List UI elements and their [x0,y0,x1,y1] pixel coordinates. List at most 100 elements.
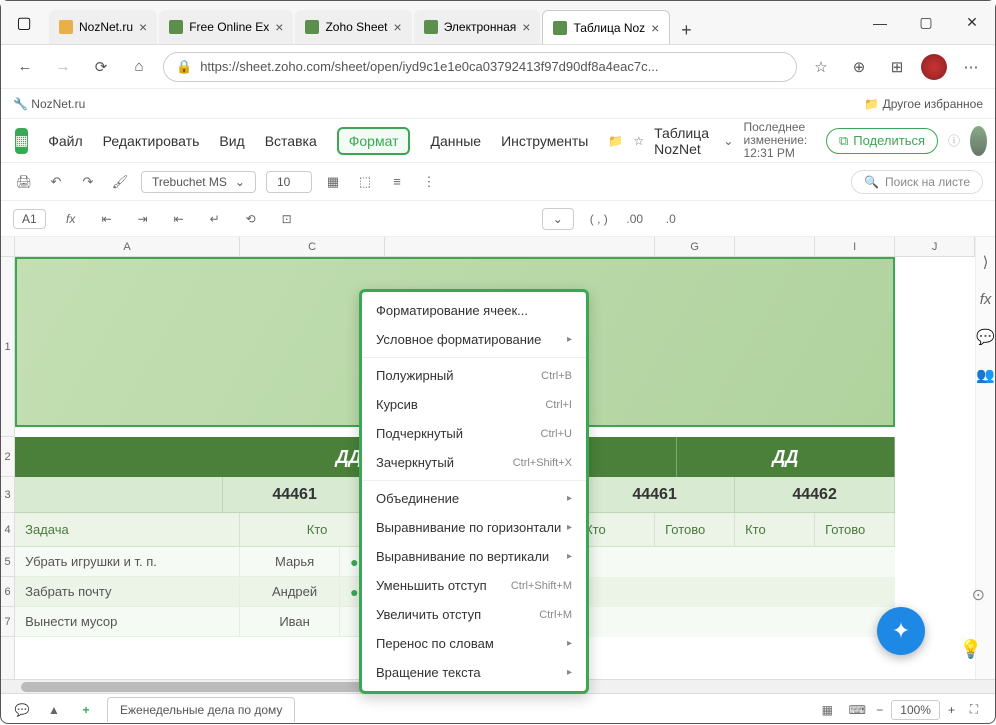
chat-icon[interactable]: 💬 [11,699,33,721]
menu-data[interactable]: Данные [430,133,481,149]
indent-inc-icon[interactable]: ⇤ [168,208,190,230]
dec-dec-icon[interactable]: .0 [660,208,682,230]
indent-dec-icon[interactable]: ⇥ [132,208,154,230]
record-icon[interactable]: ⊙ [972,585,985,605]
menu-item[interactable]: Форматирование ячеек... [362,296,586,325]
address-bar: ← → ⟳ ⌂ 🔒https://sheet.zoho.com/sheet/op… [1,45,995,89]
border-icon[interactable]: ▦ [322,171,344,193]
menu-item[interactable]: Перенос по словам▸ [362,629,586,658]
menu-format[interactable]: Формат [337,127,411,155]
back-button[interactable]: ← [11,53,39,81]
undo-icon[interactable]: ↶ [45,171,67,193]
browser-tab-active[interactable]: Таблица Noz× [542,10,670,44]
browser-tab[interactable]: Zoho Sheet× [295,10,411,44]
wrap-icon[interactable]: ↵ [204,208,226,230]
close-icon[interactable]: × [394,19,402,35]
url-input[interactable]: 🔒https://sheet.zoho.com/sheet/open/iyd9c… [163,52,797,82]
menu-item[interactable]: ЗачеркнутыйCtrl+Shift+X [362,448,586,477]
rotate-icon[interactable]: ⟲ [240,208,262,230]
menu-button[interactable]: ⋯ [957,53,985,81]
keyboard-icon[interactable]: ⌨ [846,699,868,721]
paint-icon[interactable]: 🖌 [109,171,131,193]
info-icon[interactable]: ⓘ [948,132,960,149]
fullscreen-icon[interactable]: ⛶ [963,699,985,721]
fx-icon[interactable]: fx [980,291,992,308]
user-avatar[interactable] [970,126,987,156]
sheet-tab[interactable]: Еженедельные дела по дому [107,697,295,722]
close-icon[interactable]: × [651,20,659,36]
menu-view[interactable]: Вид [219,133,244,149]
zoom-value[interactable]: 100% [891,700,940,720]
menu-item[interactable]: Выравнивание по вертикали▸ [362,542,586,571]
chevron-down-icon[interactable]: ⌄ [723,134,733,148]
profile-avatar[interactable] [921,54,947,80]
comment-icon[interactable]: 💬 [976,328,995,346]
menu-item[interactable]: Уменьшить отступCtrl+Shift+M [362,571,586,600]
people-icon[interactable]: 👥 [976,366,995,384]
help-fab[interactable]: ✦ [877,607,925,655]
toolbar-secondary: A1 fx ⇤ ⇥ ⇤ ↵ ⟲ ⊡ ⌄ ( , ) .00 .0 [1,201,995,237]
menu-item[interactable]: Условное форматирование▸ [362,325,586,354]
add-sheet-plus[interactable]: + [75,699,97,721]
redo-icon[interactable]: ↷ [77,171,99,193]
menu-file[interactable]: Файл [48,133,82,149]
grid-icon[interactable]: ▦ [816,699,838,721]
extensions-button[interactable]: ⊞ [883,53,911,81]
expand-icon[interactable]: ⟩ [983,253,989,271]
star-icon[interactable]: ☆ [633,134,644,148]
app-logo[interactable]: ▦ [15,128,28,154]
idea-icon[interactable]: 💡 [957,635,985,663]
align-icon[interactable]: ≡ [386,171,408,193]
tabs-menu-icon[interactable]: ▢ [7,6,41,40]
print-icon[interactable]: 🖨 [13,171,35,193]
more-icon[interactable]: ⋮ [418,171,440,193]
menu-edit[interactable]: Редактировать [103,133,200,149]
reload-button[interactable]: ⟳ [87,53,115,81]
new-tab-button[interactable]: + [672,16,700,44]
font-select[interactable]: Trebuchet MS⌄ [141,171,256,193]
column-headers[interactable]: A C G I J [15,237,975,257]
menu-insert[interactable]: Вставка [265,133,317,149]
dec-inc-icon[interactable]: .00 [624,208,646,230]
minimize-button[interactable]: — [857,1,903,44]
merge-icon[interactable]: ⬚ [354,171,376,193]
align-left-icon[interactable]: ⇤ [96,208,118,230]
maximize-button[interactable]: ▢ [903,1,949,44]
menu-tools[interactable]: Инструменты [501,133,588,149]
share-button[interactable]: ⧉Поделиться [826,128,938,154]
fx-icon[interactable]: fx [60,208,82,230]
folder-icon: 📁 [864,97,879,111]
zoom-out-button[interactable]: − [876,703,883,717]
close-icon[interactable]: × [139,19,147,35]
toolbar-primary: 🖨 ↶ ↷ 🖌 Trebuchet MS⌄ 10 ▦ ⬚ ≡ ⋮ 🔍Поиск … [1,163,995,201]
menu-item[interactable]: Объединение▸ [362,484,586,513]
fontsize-select[interactable]: 10 [266,171,312,193]
numfmt-select[interactable]: ⌄ [542,208,574,230]
menu-item[interactable]: Выравнивание по горизонтали▸ [362,513,586,542]
menu-item[interactable]: ПодчеркнутыйCtrl+U [362,419,586,448]
format-icon[interactable]: ⊡ [276,208,298,230]
row-headers[interactable]: 1 2 3 4 5 6 7 [1,237,15,679]
close-icon[interactable]: × [522,19,530,35]
browser-tab[interactable]: NozNet.ru× [49,10,157,44]
menu-item[interactable]: Увеличить отступCtrl+M [362,600,586,629]
cell-reference[interactable]: A1 [13,209,46,229]
forward-button[interactable]: → [49,53,77,81]
close-button[interactable]: ✕ [949,1,995,44]
other-favorites[interactable]: 📁 Другое избранное [864,97,983,111]
menu-item[interactable]: Вращение текста▸ [362,658,586,687]
close-icon[interactable]: × [275,19,283,35]
menu-item[interactable]: ПолужирныйCtrl+B [362,361,586,390]
browser-tab[interactable]: Электронная× [414,10,541,44]
add-sheet-button[interactable]: ▲ [43,699,65,721]
favorite-button[interactable]: ☆ [807,53,835,81]
parens-icon[interactable]: ( , ) [588,208,610,230]
browser-tab[interactable]: Free Online Ex× [159,10,293,44]
bookmark-item[interactable]: 🔧 NozNet.ru [13,97,85,111]
search-input[interactable]: 🔍Поиск на листе [851,170,983,194]
home-button[interactable]: ⌂ [125,53,153,81]
menu-item[interactable]: КурсивCtrl+I [362,390,586,419]
doc-name[interactable]: Таблица NozNet [654,125,713,157]
collections-button[interactable]: ⊕ [845,53,873,81]
zoom-in-button[interactable]: + [948,703,955,717]
